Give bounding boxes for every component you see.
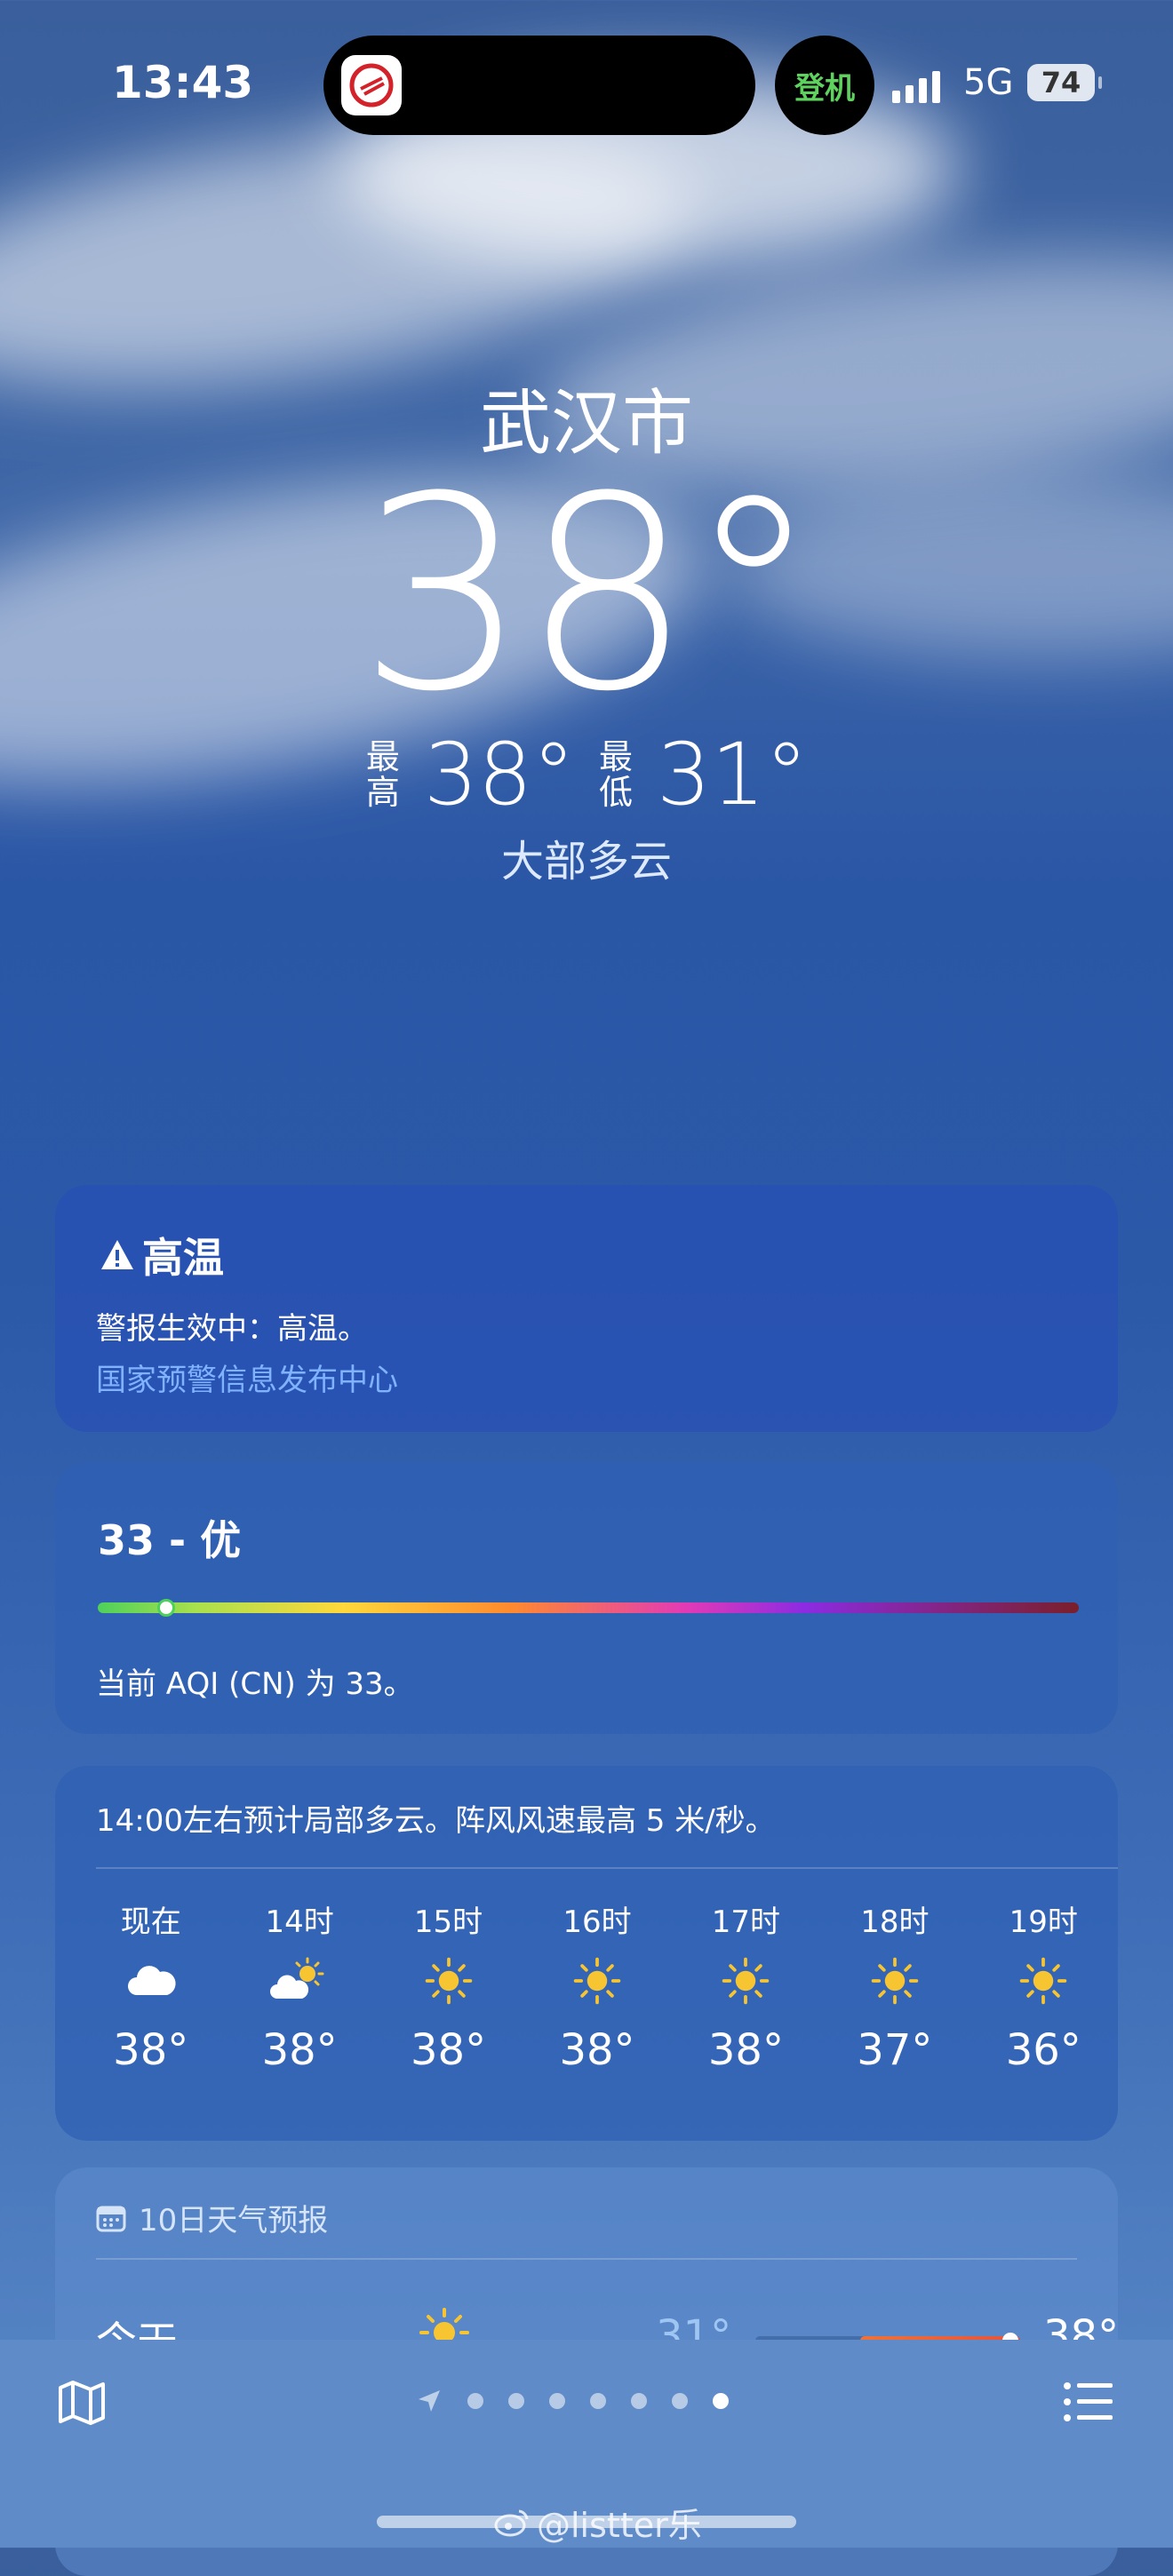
warning-icon bbox=[101, 1240, 133, 1269]
hour-temp: 38° bbox=[411, 2025, 487, 2075]
hour-temp: 38° bbox=[559, 2025, 635, 2075]
page-dot[interactable] bbox=[672, 2393, 688, 2409]
sun-icon bbox=[820, 1936, 969, 2025]
map-icon[interactable] bbox=[55, 2375, 108, 2432]
calendar-icon bbox=[96, 2206, 126, 2231]
hour-temp: 38° bbox=[113, 2025, 189, 2075]
network-type: 5G bbox=[963, 62, 1014, 103]
airline-app-icon[interactable] bbox=[341, 55, 402, 115]
high-low-temps: 最高 38° 最低 31° bbox=[0, 725, 1173, 824]
low-label: 最低 bbox=[598, 737, 633, 812]
sun-icon bbox=[374, 1936, 523, 2025]
hour-temp: 37° bbox=[857, 2025, 933, 2075]
alert-body: 警报生效中：高温。 bbox=[96, 1311, 368, 1347]
hour-label: 14时 bbox=[265, 1904, 334, 1940]
page-dot[interactable] bbox=[590, 2393, 606, 2409]
watermark: @listter乐 bbox=[494, 2498, 702, 2547]
high-label: 最高 bbox=[365, 737, 400, 812]
page-dot[interactable] bbox=[631, 2393, 647, 2409]
divider bbox=[96, 2258, 1077, 2260]
boarding-live-activity[interactable]: 登机 bbox=[775, 36, 874, 135]
sun-icon bbox=[523, 1936, 671, 2025]
dynamic-island[interactable] bbox=[323, 36, 755, 135]
alert-source-link[interactable]: 国家预警信息发布中心 bbox=[96, 1356, 398, 1399]
cloud-icon bbox=[76, 1936, 225, 2025]
hourly-item: 15时 38° bbox=[374, 1897, 523, 2075]
list-icon[interactable] bbox=[1063, 2381, 1114, 2427]
battery-icon: 74 bbox=[1027, 64, 1102, 101]
hourly-item: 现在 38° bbox=[76, 1897, 225, 2075]
hourly-item: 14时 38° bbox=[225, 1897, 373, 2075]
aqi-title: 33 - 优 bbox=[98, 1516, 242, 1564]
status-time: 13:43 bbox=[112, 57, 254, 108]
air-quality-card[interactable]: 33 - 优 当前 AQI (CN) 为 33。 bbox=[55, 1462, 1118, 1734]
hour-temp: 38° bbox=[707, 2025, 784, 2075]
divider bbox=[96, 1867, 1118, 1869]
weather-condition: 大部多云 bbox=[500, 837, 672, 886]
page-dot[interactable] bbox=[549, 2393, 565, 2409]
location-arrow-icon[interactable] bbox=[416, 2388, 443, 2414]
low-temp: 31° bbox=[657, 725, 809, 824]
sun-icon bbox=[970, 1936, 1118, 2025]
hourly-item: 19时 36° bbox=[970, 1897, 1118, 2075]
page-indicator[interactable] bbox=[416, 2388, 729, 2414]
heat-alert-card[interactable]: 高温 警报生效中：高温。 国家预警信息发布中心 bbox=[55, 1185, 1118, 1432]
boarding-label: 登机 bbox=[794, 70, 855, 107]
hour-label: 17时 bbox=[711, 1904, 781, 1940]
watermark-text: @listter乐 bbox=[537, 2506, 702, 2545]
hour-label: 16时 bbox=[563, 1904, 632, 1940]
alert-title-row: 高温 bbox=[100, 1226, 224, 1284]
status-bar: 13:43 登机 5G 74 bbox=[0, 0, 1173, 169]
high-temp: 38° bbox=[423, 725, 575, 824]
hour-temp: 36° bbox=[1005, 2025, 1081, 2075]
sun-icon bbox=[672, 1936, 820, 2025]
hour-temp: 38° bbox=[261, 2025, 338, 2075]
current-temperature: 38° bbox=[358, 440, 820, 750]
alert-title: 高温 bbox=[142, 1234, 224, 1282]
page-dot[interactable] bbox=[467, 2393, 483, 2409]
hourly-list[interactable]: 现在 38° 14时 38° 15时 38° 16时 38° 17时 38° 18时 37° 19时 36… bbox=[76, 1897, 1118, 2075]
aqi-scale-bar bbox=[98, 1599, 1079, 1617]
partly-sunny-icon bbox=[225, 1936, 373, 2025]
battery-level: 74 bbox=[1041, 66, 1081, 99]
hour-label: 现在 bbox=[120, 1904, 181, 1940]
hour-label: 18时 bbox=[860, 1904, 930, 1940]
hour-label: 19时 bbox=[1009, 1904, 1078, 1940]
ten-day-header: 10日天气预报 bbox=[96, 2196, 328, 2239]
aqi-description: 当前 AQI (CN) 为 33。 bbox=[96, 1666, 414, 1702]
hour-label: 15时 bbox=[413, 1904, 483, 1940]
hourly-forecast-card[interactable]: 14:00左右预计局部多云。阵风风速最高 5 米/秒。 现在 38° 14时 38° 1… bbox=[55, 1766, 1118, 2141]
weibo-logo-icon bbox=[494, 2509, 529, 2536]
hourly-summary: 14:00左右预计局部多云。阵风风速最高 5 米/秒。 bbox=[96, 1803, 776, 1839]
hourly-item: 16时 38° bbox=[523, 1897, 671, 2075]
hourly-item: 18时 37° bbox=[820, 1897, 969, 2075]
hourly-item: 17时 38° bbox=[672, 1897, 820, 2075]
page-dot[interactable] bbox=[508, 2393, 524, 2409]
cellular-signal-icon bbox=[892, 68, 940, 103]
ten-day-title: 10日天气预报 bbox=[139, 2203, 329, 2238]
page-dot[interactable] bbox=[713, 2393, 729, 2409]
aqi-indicator-dot bbox=[157, 1599, 176, 1617]
